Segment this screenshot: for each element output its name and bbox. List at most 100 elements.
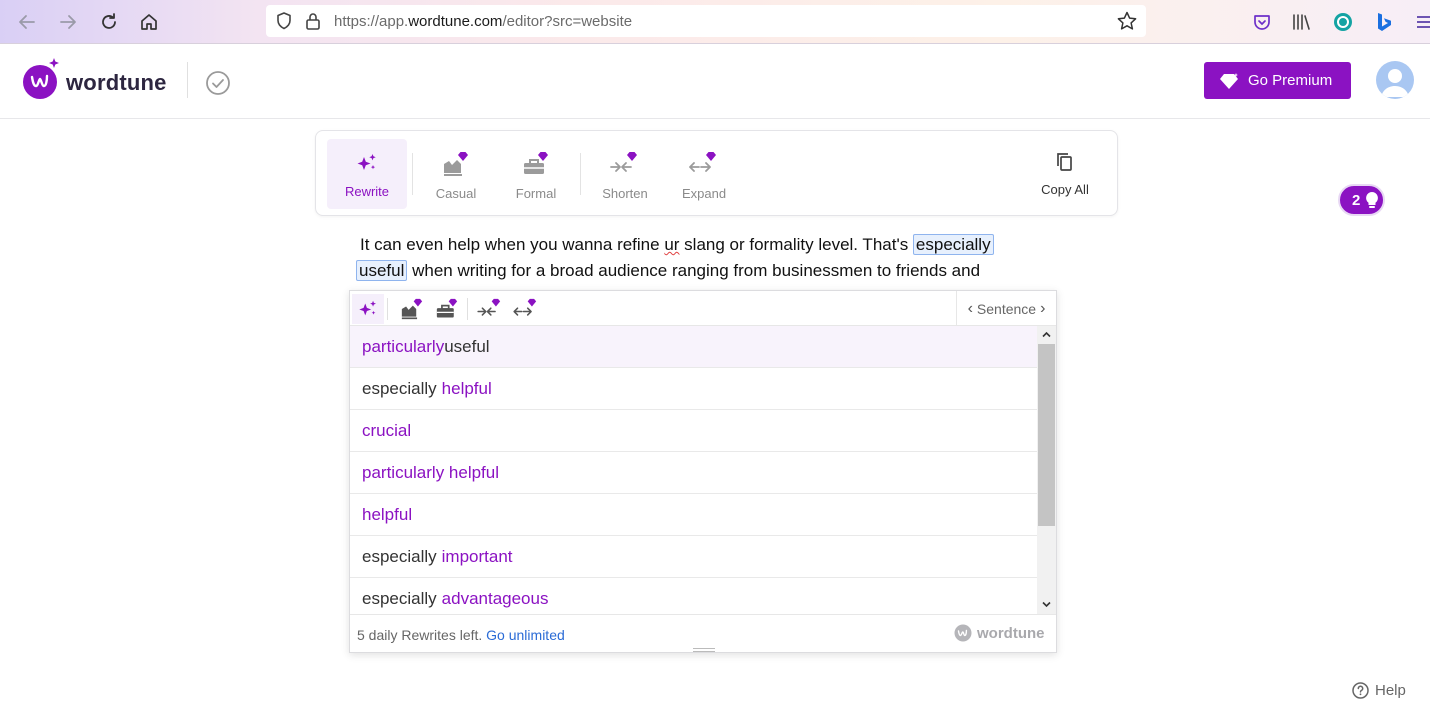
pocket-icon[interactable] — [1250, 10, 1274, 34]
scroll-up-arrow-icon[interactable] — [1041, 329, 1052, 340]
suggestion-item[interactable]: especially advantageous — [350, 578, 1037, 614]
suggestion-item[interactable]: particularly useful — [350, 326, 1037, 368]
forward-arrow-icon[interactable] — [56, 10, 80, 34]
help-label: Help — [1375, 682, 1406, 699]
suggestion-count: 2 — [1352, 191, 1361, 209]
suggestion-changed-text: particularly — [362, 336, 445, 356]
url-domain: wordtune.com — [408, 13, 503, 30]
lightbulb-icon — [1366, 192, 1379, 208]
tab-expand[interactable]: Expand — [664, 139, 744, 209]
copy-all-button[interactable]: Copy All — [1025, 139, 1105, 209]
rewrite-toolbar: Rewrite Casual Formal Shorten Expand Cop… — [315, 130, 1118, 216]
rewrites-left-label: 5 daily Rewrites left. — [357, 627, 483, 643]
casual-premium-icon — [401, 298, 423, 320]
footer-wordtune-logo: wordtune — [954, 624, 1045, 642]
shorten-premium-icon — [610, 152, 637, 172]
suggestion-counter-badge[interactable]: 2 — [1338, 184, 1385, 216]
tab-formal-label: Formal — [515, 186, 557, 201]
suggestion-item[interactable]: crucial — [350, 410, 1037, 452]
popup-toolbar: ‹ Sentence › — [350, 291, 1056, 326]
menu-icon[interactable] — [1412, 10, 1430, 34]
user-avatar[interactable] — [1376, 61, 1414, 99]
diamond-icon — [1220, 72, 1238, 89]
reload-icon[interactable] — [97, 10, 121, 34]
popup-divider — [387, 298, 388, 320]
shield-icon[interactable] — [274, 11, 294, 36]
suggestion-text: useful — [444, 336, 490, 356]
wordtune-logo-icon — [954, 624, 972, 642]
url-prefix: https://app. — [334, 13, 409, 30]
header-divider — [187, 62, 188, 98]
suggestion-changed-text: important — [441, 546, 513, 566]
sparkle-icon — [359, 300, 376, 316]
suggestion-changed-text: crucial — [362, 420, 412, 440]
misspelled-word[interactable]: ur — [664, 235, 679, 254]
sentence-mode-label[interactable]: Sentence — [977, 301, 1036, 317]
popup-casual-button[interactable] — [397, 294, 427, 324]
tab-rewrite[interactable]: Rewrite — [327, 139, 407, 209]
suggestion-changed-text: particularly helpful — [362, 462, 500, 482]
sentence-navigator: ‹ Sentence › — [956, 291, 1056, 326]
popup-rewrite-button[interactable] — [352, 294, 384, 324]
suggestion-item[interactable]: helpful — [350, 494, 1037, 536]
browser-toolbar: https://app.wordtune.com/editor?src=webs… — [0, 0, 1430, 44]
highlighted-phrase[interactable]: especially — [912, 234, 994, 255]
shorten-premium-icon — [477, 298, 501, 316]
chevron-right-icon[interactable]: › — [1040, 300, 1045, 318]
chevron-left-icon[interactable]: ‹ — [968, 300, 973, 318]
lock-icon[interactable] — [304, 11, 322, 36]
suggestion-item[interactable]: particularly helpful — [350, 452, 1037, 494]
suggestion-scrollbar[interactable] — [1037, 326, 1056, 614]
url-path: /editor?src=website — [502, 13, 633, 30]
address-bar[interactable]: https://app.wordtune.com/editor?src=webs… — [266, 5, 1146, 37]
wordtune-logo-icon[interactable] — [23, 56, 61, 107]
toolbar-divider — [580, 153, 581, 195]
highlighted-phrase[interactable]: useful — [356, 260, 408, 281]
tab-shorten-label: Shorten — [602, 186, 648, 201]
suggestion-changed-text: advantageous — [441, 588, 549, 608]
wordtune-logo-text[interactable]: wordtune — [66, 70, 167, 96]
tab-rewrite-label: Rewrite — [344, 184, 390, 199]
library-icon[interactable] — [1290, 10, 1314, 34]
go-unlimited-link[interactable]: Go unlimited — [486, 627, 565, 643]
copy-icon — [1057, 153, 1072, 171]
popup-shorten-button[interactable] — [474, 294, 506, 324]
tab-formal[interactable]: Formal — [496, 139, 576, 209]
go-premium-button[interactable]: Go Premium — [1204, 62, 1351, 99]
expand-premium-icon — [513, 298, 537, 316]
suggestion-item[interactable]: especially important — [350, 536, 1037, 578]
popup-footer: 5 daily Rewrites left. Go unlimited word… — [350, 614, 1056, 652]
bing-extension-icon[interactable] — [1372, 10, 1396, 34]
scrollbar-thumb[interactable] — [1038, 344, 1055, 526]
formal-premium-icon — [436, 298, 458, 318]
suggestion-list: particularly useful especially helpful c… — [350, 326, 1037, 614]
help-button[interactable]: Help — [1352, 682, 1406, 699]
tab-casual[interactable]: Casual — [416, 139, 496, 209]
editor-text: when writing for a broad audience rangin… — [407, 261, 981, 280]
editor-text-line-1[interactable]: It can even help when you wanna refine u… — [360, 234, 994, 255]
popup-formal-button[interactable] — [432, 294, 462, 324]
suggestion-item[interactable]: especially helpful — [350, 368, 1037, 410]
popup-expand-button[interactable] — [510, 294, 542, 324]
scroll-down-arrow-icon[interactable] — [1041, 599, 1052, 610]
copy-all-label: Copy All — [1041, 182, 1089, 197]
suggestion-text: especially — [362, 546, 437, 566]
suggestion-text: especially — [362, 378, 437, 398]
url-text[interactable]: https://app.wordtune.com/editor?src=webs… — [334, 13, 632, 30]
suggestion-popup: ‹ Sentence › particularly useful especia… — [349, 290, 1057, 653]
editor-text: It can even help when you wanna refine — [360, 235, 665, 254]
tab-casual-label: Casual — [435, 186, 477, 201]
sparkle-icon — [357, 154, 376, 170]
editor-text: slang or formality level. That's — [679, 235, 913, 254]
back-arrow-icon[interactable] — [15, 10, 39, 34]
popup-divider — [467, 298, 468, 320]
editor-text-line-2[interactable]: useful when writing for a broad audience… — [356, 260, 981, 281]
app-header: wordtune Go Premium — [0, 44, 1430, 119]
home-icon[interactable] — [137, 10, 161, 34]
grammarly-extension-icon[interactable] — [1331, 10, 1355, 34]
tab-shorten[interactable]: Shorten — [585, 139, 665, 209]
formal-premium-icon — [524, 152, 548, 174]
suggestion-changed-text: helpful — [441, 378, 492, 398]
resize-grip[interactable] — [693, 648, 715, 652]
bookmark-star-icon[interactable] — [1116, 10, 1138, 37]
